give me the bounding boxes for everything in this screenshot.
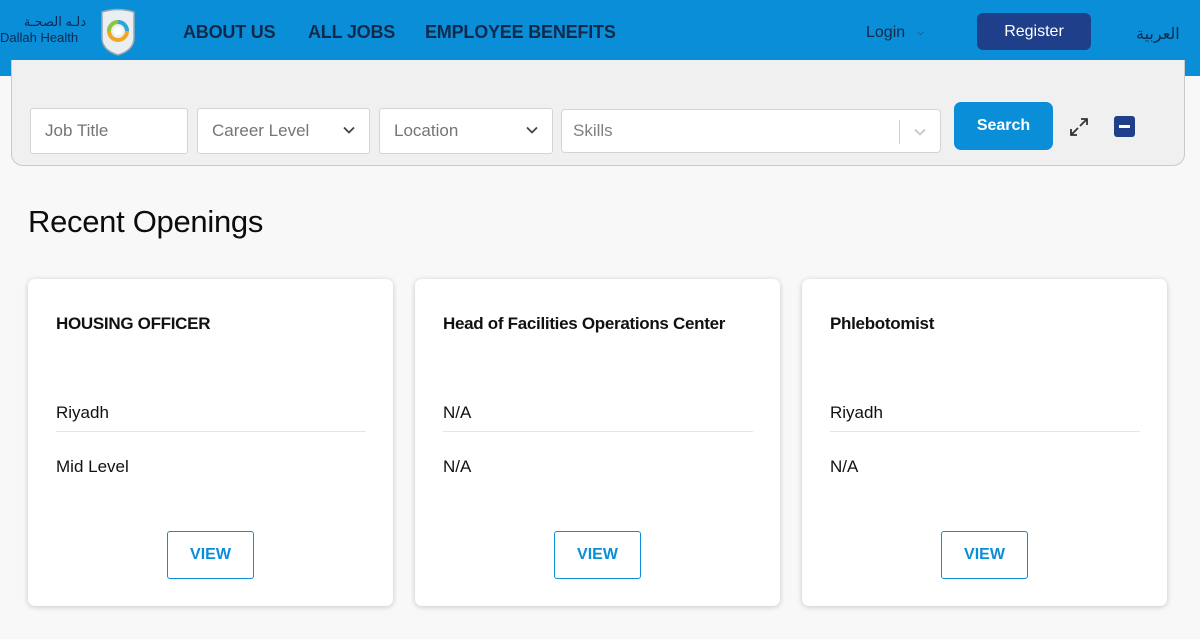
page-title: Recent Openings (28, 204, 264, 239)
brand-name-english: Dallah Health (0, 30, 79, 45)
nav-about-us[interactable]: ABOUT US (183, 22, 276, 46)
skills-separator (899, 120, 900, 144)
career-level-select[interactable]: Career Level (197, 108, 370, 154)
skills-placeholder: Skills (573, 121, 613, 140)
job-location: N/A (443, 403, 472, 422)
nav-employee-benefits[interactable]: EMPLOYEE BENEFITS (425, 22, 616, 46)
job-location: Riyadh (830, 403, 883, 422)
job-title[interactable]: HOUSING OFFICER (56, 314, 210, 334)
job-title-input[interactable]: Job Title (30, 108, 188, 154)
card-divider (56, 431, 366, 432)
expand-arrows-icon[interactable] (1068, 116, 1090, 138)
job-career-level: Mid Level (56, 457, 129, 476)
chevron-down-icon (914, 128, 926, 136)
login-dropdown[interactable]: Login ⌵ (866, 24, 924, 42)
job-title-placeholder: Job Title (45, 121, 109, 140)
chevron-down-icon (526, 126, 538, 134)
job-career-level: N/A (830, 457, 859, 476)
job-location: Riyadh (56, 403, 109, 422)
nav-all-jobs[interactable]: ALL JOBS (308, 22, 395, 46)
brand-wordmark[interactable]: دلـه الصحـة Dallah Health (0, 14, 92, 46)
language-switch[interactable]: العربية (1136, 24, 1180, 44)
brand-name-arabic: دلـه الصحـة (23, 14, 86, 29)
job-card: HOUSING OFFICER Riyadh Mid Level VIEW (28, 279, 393, 606)
register-button[interactable]: Register (977, 13, 1091, 50)
career-level-placeholder: Career Level (212, 121, 310, 140)
job-title[interactable]: Phlebotomist (830, 314, 934, 334)
job-title[interactable]: Head of Facilities Operations Center (443, 314, 725, 334)
view-job-button[interactable]: VIEW (941, 531, 1028, 579)
job-card: Phlebotomist Riyadh N/A VIEW (802, 279, 1167, 606)
search-button[interactable]: Search (954, 102, 1053, 150)
skills-multiselect[interactable]: Skills (561, 109, 941, 153)
view-job-button[interactable]: VIEW (167, 531, 254, 579)
view-job-button[interactable]: VIEW (554, 531, 641, 579)
card-divider (830, 431, 1140, 432)
location-placeholder: Location (394, 121, 459, 140)
chevron-down-icon: ⌵ (917, 27, 924, 37)
job-card: Head of Facilities Operations Center N/A… (415, 279, 780, 606)
chevron-down-icon (343, 126, 355, 134)
minus-square-icon[interactable] (1114, 116, 1135, 137)
dallah-logo-icon[interactable] (98, 8, 138, 56)
job-career-level: N/A (443, 457, 472, 476)
login-label: Login (866, 24, 906, 41)
card-divider (443, 431, 753, 432)
location-select[interactable]: Location (379, 108, 553, 154)
